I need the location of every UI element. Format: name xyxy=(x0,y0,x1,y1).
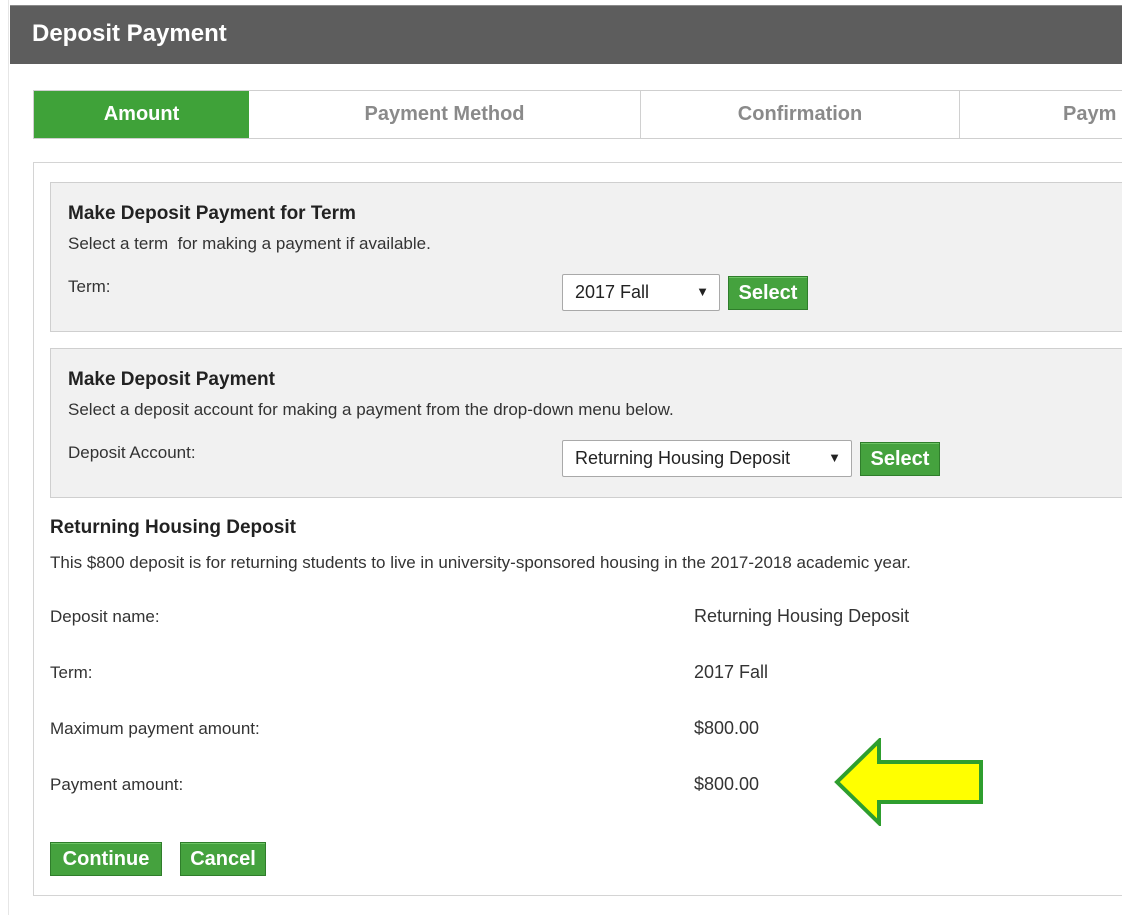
term-label: Term: xyxy=(68,277,111,296)
continue-button[interactable]: Continue xyxy=(50,842,162,876)
deposit-select-button[interactable]: Select xyxy=(860,442,940,476)
chevron-down-icon: ▼ xyxy=(696,284,709,299)
details-title: Returning Housing Deposit xyxy=(50,517,296,538)
deposit-name-label: Deposit name: xyxy=(50,607,160,626)
deposit-panel-description: Select a deposit account for making a pa… xyxy=(68,400,674,419)
term-panel-description: Select a term for making a payment if av… xyxy=(68,234,431,253)
term-select-value: 2017 Fall xyxy=(575,282,650,302)
step-tab-payment-method[interactable]: Payment Method xyxy=(249,91,641,138)
step-tab-payment[interactable]: Paym xyxy=(960,91,1122,138)
step-tab-amount[interactable]: Amount xyxy=(34,91,249,138)
payment-amount-value: $800.00 xyxy=(694,774,760,794)
page-header: Deposit Payment xyxy=(10,5,1122,64)
deposit-account-label: Deposit Account: xyxy=(68,443,196,462)
max-payment-value: $800.00 xyxy=(694,718,760,738)
deposit-panel: Make Deposit Payment Select a deposit ac… xyxy=(50,348,1122,498)
deposit-account-select-value: Returning Housing Deposit xyxy=(575,448,791,468)
details-description: This $800 deposit is for returning stude… xyxy=(50,553,911,572)
term-select-button[interactable]: Select xyxy=(728,276,808,310)
deposit-account-select[interactable]: Returning Housing Deposit ▼ xyxy=(562,440,852,477)
term-row-label: Term: xyxy=(50,663,93,682)
term-row-value: 2017 Fall xyxy=(694,662,769,682)
step-tab-confirmation[interactable]: Confirmation xyxy=(641,91,960,138)
step-tabs: Amount Payment Method Confirmation Paym xyxy=(33,90,1122,139)
cancel-button[interactable]: Cancel xyxy=(180,842,266,876)
chevron-down-icon: ▼ xyxy=(828,450,841,465)
term-panel: Make Deposit Payment for Term Select a t… xyxy=(50,182,1122,332)
deposit-panel-title: Make Deposit Payment xyxy=(68,369,275,390)
page-edge xyxy=(8,0,9,915)
deposit-name-value: Returning Housing Deposit xyxy=(694,606,910,626)
payment-amount-label: Payment amount: xyxy=(50,775,184,794)
page-title: Deposit Payment xyxy=(32,20,227,47)
term-select[interactable]: 2017 Fall ▼ xyxy=(562,274,720,311)
max-payment-label: Maximum payment amount: xyxy=(50,719,260,738)
term-panel-title: Make Deposit Payment for Term xyxy=(68,203,356,224)
arrow-left-icon xyxy=(834,738,983,826)
